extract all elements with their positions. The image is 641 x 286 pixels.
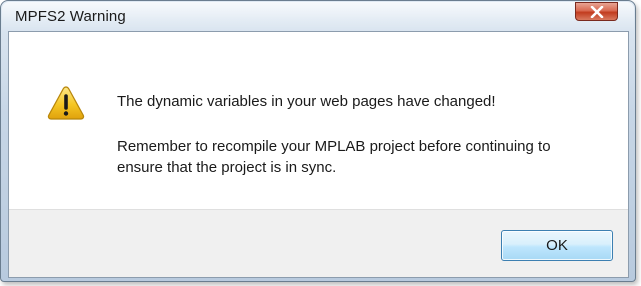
dialog-client-area: The dynamic variables in your web pages … xyxy=(8,31,629,278)
message-area: The dynamic variables in your web pages … xyxy=(9,32,628,209)
close-button[interactable] xyxy=(575,2,618,21)
ok-button[interactable]: OK xyxy=(501,230,613,261)
message-main: The dynamic variables in your web pages … xyxy=(117,93,496,110)
window-title: MPFS2 Warning xyxy=(15,8,126,25)
dialog-window: MPFS2 Warning The dynamic variables in y… xyxy=(0,0,641,286)
dialog-footer: OK xyxy=(9,209,628,277)
warning-icon xyxy=(47,86,85,120)
message-detail: Remember to recompile your MPLAB project… xyxy=(117,138,551,176)
close-icon xyxy=(590,5,603,18)
window-frame: MPFS2 Warning The dynamic variables in y… xyxy=(0,0,636,282)
